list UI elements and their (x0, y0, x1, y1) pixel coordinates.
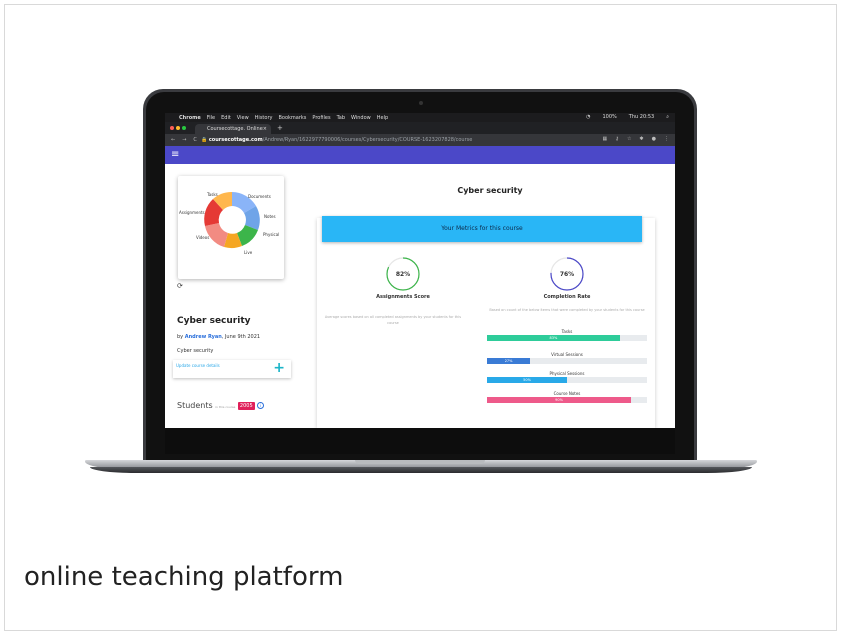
lock-icon: 🔒 (201, 137, 208, 143)
profile-icon[interactable]: ● (652, 136, 656, 142)
browser-tabbar: Coursecottage. Online teachi × + (165, 122, 675, 142)
page-title: Cyber security (457, 186, 523, 195)
course-sidebar: Tasks Documents Assignments Notes Physic… (165, 164, 305, 428)
chart-label-physical: Physical (263, 232, 279, 237)
students-subtext: in this course (215, 405, 236, 409)
wifi-icon[interactable]: ◔ (586, 114, 590, 120)
browser-tab[interactable]: Coursecottage. Online teachi × (195, 124, 271, 142)
completion-rate-value: 76% (560, 271, 574, 278)
assignments-score-desc: Average scores based on all completed as… (324, 315, 462, 325)
progress-bar: 83% (487, 335, 647, 341)
tab-close-icon[interactable]: × (263, 124, 267, 134)
menubar-item-bookmarks[interactable]: Bookmarks (278, 115, 306, 121)
progress-bar-fill: 27% (487, 358, 531, 364)
laptop-notch (355, 460, 485, 464)
kebab-menu-icon[interactable]: ⋮ (664, 136, 669, 142)
nav-buttons: ← → C (171, 137, 197, 143)
search-icon[interactable]: ⌕ (666, 114, 669, 120)
key-icon[interactable]: ⚷ (615, 136, 619, 142)
menubar-item-edit[interactable]: Edit (221, 115, 231, 121)
course-byline: by Andrew Ryan, June 9th 2021 (177, 334, 260, 340)
menubar-item-help[interactable]: Help (377, 115, 388, 121)
byline-prefix: by (177, 334, 184, 340)
progress-bar: 27% (487, 358, 647, 364)
camera-icon (419, 101, 423, 105)
students-section: Students in this course 2005 i (177, 401, 265, 410)
course-content-chart: Tasks Documents Assignments Notes Physic… (178, 176, 284, 279)
students-count-badge: 2005 (237, 401, 255, 410)
qr-icon[interactable]: ▦ (603, 136, 608, 142)
refresh-icon[interactable]: ⟳ (177, 282, 183, 290)
completion-rate-desc: Based on count of the below items that w… (489, 308, 645, 312)
url-path: /Andrew/Ryan/1622977790006/courses/Cyber… (262, 137, 473, 143)
menubar-item-profiles[interactable]: Profiles (312, 115, 330, 121)
back-icon[interactable]: ← (171, 137, 175, 143)
bar-label: Course Notes (553, 391, 581, 396)
students-heading: Students (177, 401, 213, 410)
laptop-chin (165, 428, 675, 454)
add-icon[interactable]: + (273, 361, 285, 375)
window-minimize-icon[interactable] (176, 126, 180, 130)
menubar-item-history[interactable]: History (255, 115, 273, 121)
chart-label-documents: Documents (248, 194, 271, 199)
completion-rate-gauge: 76% (550, 257, 584, 291)
forward-icon[interactable]: → (182, 137, 186, 143)
progress-bar: 90% (487, 397, 647, 403)
laptop-screen: Chrome File Edit View History Bookmarks … (165, 113, 675, 428)
menubar-clock[interactable]: Thu 20:53 (629, 114, 654, 120)
toolbar-right-icons: ▦ ⚷ ☆ ✱ ● ⋮ (603, 136, 669, 142)
window-zoom-icon[interactable] (182, 126, 186, 130)
macos-menubar: Chrome File Edit View History Bookmarks … (165, 113, 675, 122)
battery-percent: 100% (602, 114, 617, 120)
bar-label: Physical Sessions (549, 371, 585, 376)
menubar-app-name[interactable]: Chrome (179, 115, 201, 121)
menubar-item-tab[interactable]: Tab (337, 115, 345, 121)
chart-label-tasks: Tasks (206, 192, 218, 197)
url-host: coursecottage.com (208, 137, 263, 143)
chart-label-live: Live (244, 250, 253, 255)
menubar-item-file[interactable]: File (207, 115, 215, 121)
image-caption: online teaching platform (24, 562, 344, 592)
bar-label: Virtual Sessions (551, 352, 583, 357)
course-date: , June 9th 2021 (221, 334, 261, 340)
course-title: Cyber security (177, 316, 251, 326)
info-icon[interactable]: i (257, 402, 265, 409)
extensions-icon[interactable]: ✱ (639, 136, 643, 142)
app-header: ≡ (165, 146, 675, 164)
assignments-score-label: Assignments Score (376, 294, 430, 300)
progress-bar-fill: 90% (487, 397, 631, 403)
course-subtitle: Cyber security (177, 348, 214, 354)
chart-label-videos: Videos (196, 235, 209, 240)
chart-label-assignments: Assignments (179, 210, 205, 215)
bar-label: Tasks (561, 329, 573, 334)
laptop-base-shadow (90, 467, 752, 473)
assignments-score-value: 82% (396, 271, 410, 278)
hamburger-menu-icon[interactable]: ≡ (171, 150, 179, 160)
browser-toolbar: ← → C 🔒 coursecottage.com/Andrew/Ryan/16… (165, 134, 675, 146)
chart-label-notes: Notes (264, 214, 276, 219)
address-bar[interactable]: 🔒 coursecottage.com/Andrew/Ryan/16229777… (201, 137, 472, 143)
window-close-icon[interactable] (170, 126, 174, 130)
new-tab-button[interactable]: + (277, 124, 283, 132)
menubar-status-area: ◔ 100% Thu 20:53 ⌕ (580, 114, 669, 120)
menubar-item-window[interactable]: Window (351, 115, 371, 121)
completion-rate-label: Completion Rate (543, 294, 591, 300)
reload-icon[interactable]: C (193, 137, 197, 143)
menubar-item-view[interactable]: View (237, 115, 249, 121)
update-course-panel: Update course details + (173, 360, 291, 378)
progress-bar-fill: 50% (487, 377, 567, 383)
progress-bar: 50% (487, 377, 647, 383)
star-icon[interactable]: ☆ (627, 136, 631, 142)
course-main: Cyber security Your Metrics for this cou… (305, 164, 675, 428)
update-course-link[interactable]: Update course details (176, 363, 220, 368)
donut-chart: Tasks Documents Assignments Notes Physic… (179, 191, 279, 255)
assignments-score-gauge: 82% (386, 257, 420, 291)
author-link[interactable]: Andrew Ryan (185, 334, 222, 340)
progress-bar-fill: 83% (487, 335, 620, 341)
metrics-banner: Your Metrics for this course (322, 216, 642, 242)
